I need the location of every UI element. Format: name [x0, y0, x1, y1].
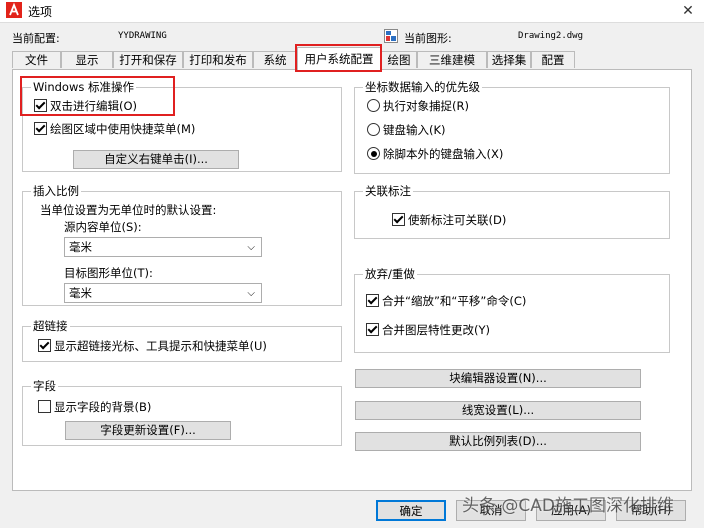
keyboard-except-scripts-label: 除脚本外的键盘输入(X)	[383, 147, 504, 161]
source-units-select[interactable]: 毫米 ⌵	[64, 237, 262, 257]
radio-button[interactable]	[367, 99, 380, 112]
watermark-text: 头条 @CAD施工图深化排维	[462, 496, 674, 516]
insert-scale-title: 插入比例	[31, 184, 81, 198]
tab-system[interactable]: 系统	[253, 51, 297, 68]
windows-ops-highlight-box	[20, 76, 175, 116]
source-units-label: 源内容单位(S):	[64, 220, 142, 234]
hyperlink-title: 超链接	[31, 319, 70, 333]
assoc-dim-checkbox[interactable]: 使新标注可关联(D)	[392, 213, 506, 228]
osnap-radio[interactable]: 执行对象捕捉(R)	[367, 99, 469, 114]
current-profile-value: YYDRAWING	[118, 31, 167, 41]
keyboard-radio[interactable]: 键盘输入(K)	[367, 123, 446, 138]
block-editor-settings-button[interactable]: 块编辑器设置(N)...	[355, 369, 641, 388]
shortcut-menu-checkbox[interactable]: 绘图区域中使用快捷菜单(M)	[34, 122, 195, 137]
scale-list-button[interactable]: 默认比例列表(D)...	[355, 432, 641, 451]
tab-3d-modeling[interactable]: 三维建模	[417, 51, 487, 68]
tab-profiles[interactable]: 配置	[531, 51, 575, 68]
window-title: 选项	[28, 5, 53, 19]
fields-title: 字段	[31, 379, 58, 393]
tab-plot-publish[interactable]: 打印和发布	[183, 51, 253, 68]
hyperlink-group: 超链接 显示超链接光标、工具提示和快捷菜单(U)	[22, 319, 342, 362]
field-background-label: 显示字段的背景(B)	[54, 400, 152, 414]
radio-button[interactable]	[367, 123, 380, 136]
insert-scale-subtitle: 当单位设置为无单位时的默认设置:	[40, 203, 217, 217]
coord-priority-title: 坐标数据输入的优先级	[363, 80, 482, 94]
title-bar: 选项 ✕	[0, 0, 704, 23]
insert-scale-group: 插入比例 当单位设置为无单位时的默认设置: 源内容单位(S): 毫米 ⌵ 目标图…	[22, 184, 342, 306]
keyboard-label: 键盘输入(K)	[383, 123, 446, 137]
radio-button[interactable]	[367, 147, 380, 160]
checkbox-box[interactable]	[366, 294, 379, 307]
checkbox-box[interactable]	[392, 213, 405, 226]
coord-priority-group: 坐标数据输入的优先级 执行对象捕捉(R) 键盘输入(K) 除脚本外的键盘输入(X…	[354, 80, 670, 174]
tab-panel: Windows 标准操作 双击进行编辑(O) 绘图区域中使用快捷菜单(M) 自定…	[12, 69, 692, 491]
combine-layer-checkbox[interactable]: 合并图层特性更改(Y)	[366, 323, 490, 338]
combine-layer-label: 合并图层特性更改(Y)	[382, 323, 490, 337]
assoc-dim-label: 使新标注可关联(D)	[408, 213, 507, 227]
current-profile-label: 当前配置:	[12, 32, 60, 45]
undo-redo-title: 放弃/重做	[363, 267, 417, 281]
undo-redo-group: 放弃/重做 合并“缩放”和“平移”命令(C) 合并图层特性更改(Y)	[354, 267, 670, 353]
target-units-value: 毫米	[69, 286, 92, 300]
fields-group: 字段 显示字段的背景(B) 字段更新设置(F)...	[22, 379, 342, 446]
right-click-customize-button[interactable]: 自定义右键单击(I)...	[73, 150, 239, 169]
current-drawing-label: 当前图形:	[404, 32, 452, 45]
assoc-dim-title: 关联标注	[363, 184, 413, 198]
osnap-label: 执行对象捕捉(R)	[383, 99, 469, 113]
tab-drafting[interactable]: 绘图	[381, 51, 417, 68]
hyperlink-cursor-checkbox[interactable]: 显示超链接光标、工具提示和快捷菜单(U)	[38, 339, 267, 354]
tab-highlight-box	[295, 44, 382, 72]
close-icon[interactable]: ✕	[676, 0, 700, 22]
assoc-dim-group: 关联标注 使新标注可关联(D)	[354, 184, 670, 239]
chevron-down-icon: ⌵	[247, 242, 255, 253]
target-units-label: 目标图形单位(T):	[64, 266, 153, 280]
tab-files[interactable]: 文件	[12, 51, 61, 68]
shortcut-menu-label: 绘图区域中使用快捷菜单(M)	[50, 122, 196, 136]
checkbox-box[interactable]	[366, 323, 379, 336]
tab-open-save[interactable]: 打开和保存	[113, 51, 183, 68]
checkbox-box[interactable]	[34, 122, 47, 135]
field-update-button[interactable]: 字段更新设置(F)...	[65, 421, 231, 440]
ok-button[interactable]: 确定	[376, 500, 446, 521]
keyboard-except-scripts-radio[interactable]: 除脚本外的键盘输入(X)	[367, 147, 503, 162]
tab-selection[interactable]: 选择集	[487, 51, 531, 68]
checkbox-box[interactable]	[38, 400, 51, 413]
combine-zoom-pan-checkbox[interactable]: 合并“缩放”和“平移”命令(C)	[366, 294, 526, 309]
field-background-checkbox[interactable]: 显示字段的背景(B)	[38, 400, 151, 415]
source-units-value: 毫米	[69, 240, 92, 254]
target-units-select[interactable]: 毫米 ⌵	[64, 283, 262, 303]
checkbox-box[interactable]	[38, 339, 51, 352]
drawing-file-icon	[384, 29, 398, 43]
hyperlink-cursor-label: 显示超链接光标、工具提示和快捷菜单(U)	[54, 339, 267, 353]
autocad-logo-icon	[6, 2, 22, 18]
combine-zoom-pan-label: 合并“缩放”和“平移”命令(C)	[382, 294, 527, 308]
current-drawing-value: Drawing2.dwg	[518, 31, 584, 41]
chevron-down-icon: ⌵	[247, 288, 255, 299]
lineweight-settings-button[interactable]: 线宽设置(L)...	[355, 401, 641, 420]
tab-display[interactable]: 显示	[61, 51, 113, 68]
